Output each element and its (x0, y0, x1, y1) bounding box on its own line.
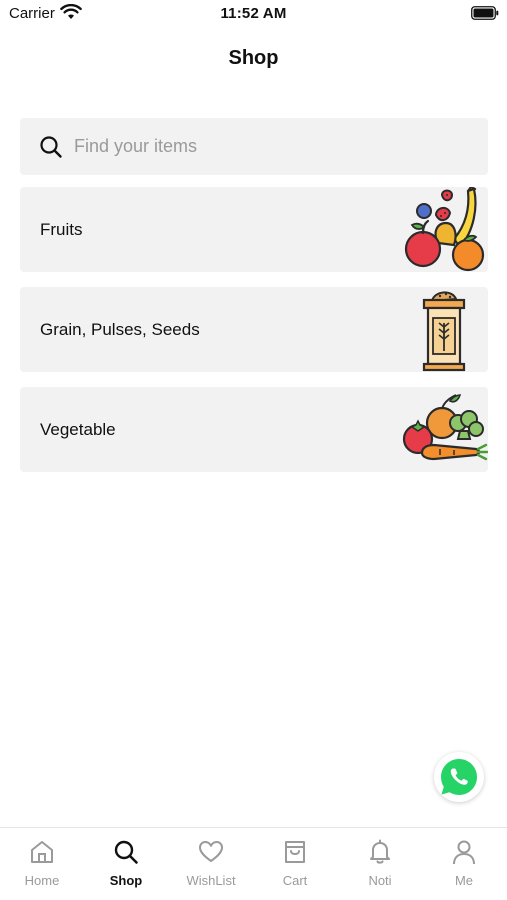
tab-wishlist[interactable]: WishList (169, 828, 253, 900)
heart-icon (199, 841, 223, 862)
category-card-fruits[interactable]: Fruits (20, 187, 488, 272)
search-bar[interactable] (20, 118, 488, 175)
shopping-bag-icon (285, 841, 305, 863)
search-input[interactable] (74, 118, 474, 175)
category-card-vegetable[interactable]: Vegetable (20, 387, 488, 472)
category-label: Grain, Pulses, Seeds (40, 320, 200, 339)
tab-label: Home (24, 873, 60, 888)
battery-icon (471, 6, 499, 20)
grain-sack-illustration (422, 291, 466, 372)
category-label: Vegetable (40, 420, 116, 439)
tab-notifications[interactable]: Noti (338, 828, 422, 900)
vegetables-illustration (402, 394, 488, 461)
status-bar: Carrier 11:52 AM (0, 0, 507, 28)
tab-shop[interactable]: Shop (84, 828, 168, 900)
tab-home[interactable]: Home (0, 828, 84, 900)
tab-cart[interactable]: Cart (253, 828, 337, 900)
tab-label: WishList (186, 873, 236, 888)
tab-label: Noti (368, 873, 392, 888)
whatsapp-icon (441, 759, 477, 795)
category-card-grain-pulses-seeds[interactable]: Grain, Pulses, Seeds (20, 287, 488, 372)
status-time: 11:52 AM (220, 5, 287, 22)
page-title: Shop (228, 47, 279, 69)
tab-label: Shop (109, 873, 143, 888)
fruits-illustration (404, 187, 485, 272)
whatsapp-button[interactable] (434, 752, 484, 802)
user-icon (453, 840, 475, 865)
tab-label: Cart (282, 873, 308, 888)
bell-icon (370, 839, 390, 864)
search-icon (40, 136, 62, 158)
search-icon (114, 840, 138, 864)
home-icon (31, 841, 53, 863)
tab-label: Me (454, 873, 474, 888)
bottom-tab-bar: Home Shop WishList Cart Noti Me (0, 827, 507, 900)
category-label: Fruits (40, 220, 83, 239)
tab-me[interactable]: Me (422, 828, 506, 900)
